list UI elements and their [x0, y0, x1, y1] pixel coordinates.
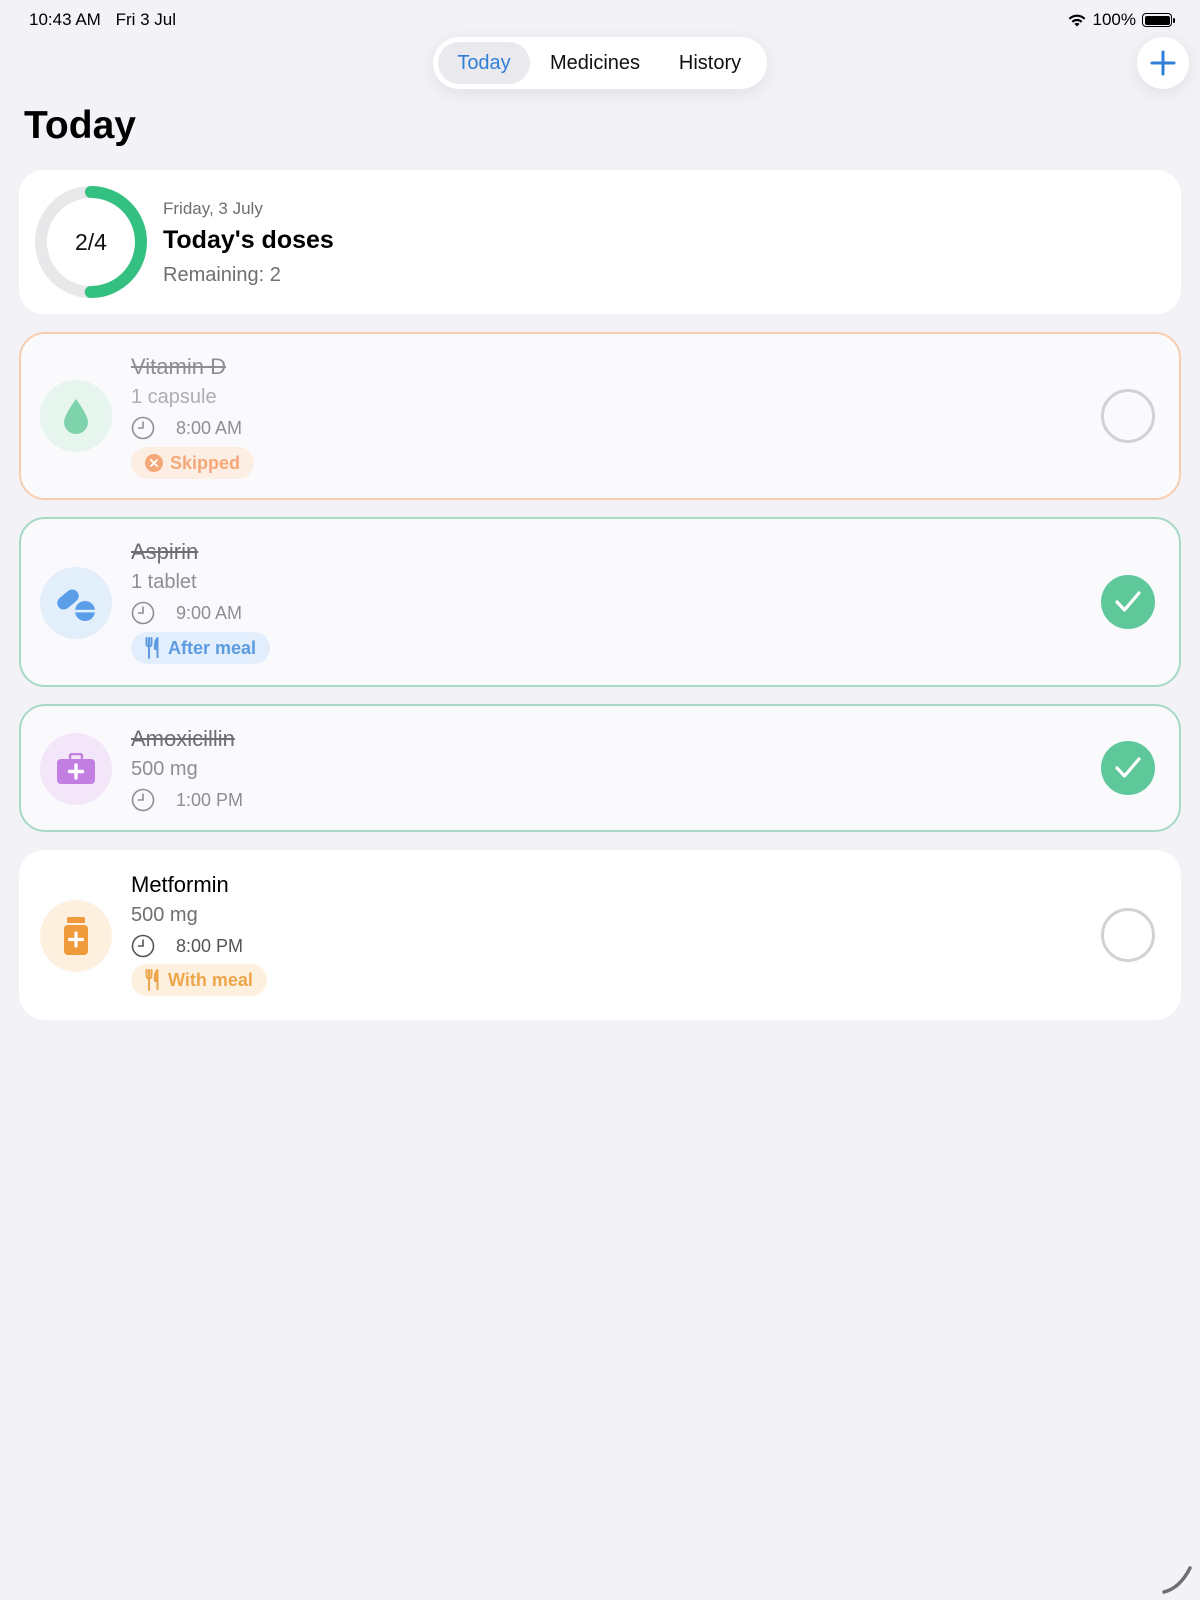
medkit-icon — [57, 753, 95, 784]
clock-icon — [131, 934, 155, 958]
medication-time-row: 8:00 AM — [131, 416, 242, 440]
fork-knife-icon — [145, 637, 159, 659]
meal-tag-with-meal: With meal — [131, 964, 267, 996]
summary-date: Friday, 3 July — [163, 199, 263, 218]
medication-icon-bg — [40, 900, 112, 972]
clock-icon — [131, 788, 155, 812]
summary-remaining: Remaining: 2 — [163, 264, 281, 286]
clock-icon — [131, 601, 155, 625]
status-left: 10:43 AM Fri 3 Jul — [29, 10, 186, 30]
fork-knife-icon — [145, 969, 159, 991]
tab-medicines[interactable]: Medicines — [530, 42, 660, 84]
summary-title: Today's doses — [163, 226, 334, 254]
medication-dose: 500 mg — [131, 904, 198, 926]
mark-taken-toggle[interactable] — [1101, 741, 1155, 795]
meal-tag-after-meal: After meal — [131, 632, 271, 664]
medication-time: 1:00 PM — [176, 789, 244, 810]
medication-icon-bg — [40, 567, 112, 639]
medication-time-row: 9:00 AM — [131, 601, 242, 625]
battery-icon — [1142, 13, 1175, 27]
daily-summary-card: 2/4 Friday, 3 July Today's doses Remaini… — [19, 170, 1181, 314]
medication-name: Vitamin D — [131, 354, 226, 379]
checkmark-icon — [1115, 591, 1141, 612]
x-circle-icon — [145, 454, 163, 472]
medication-name: Metformin — [131, 872, 229, 897]
plus-icon — [1150, 50, 1176, 76]
mark-taken-toggle[interactable] — [1101, 389, 1155, 443]
add-medicine-button[interactable] — [1137, 37, 1189, 89]
mark-taken-toggle[interactable] — [1101, 575, 1155, 629]
badge-label: Skipped — [170, 452, 241, 473]
tab-history[interactable]: History — [660, 42, 760, 84]
clock-icon — [131, 416, 155, 440]
status-date: Fri 3 Jul — [115, 10, 177, 29]
medication-icon-bg — [40, 733, 112, 805]
resize-handle-icon[interactable] — [1160, 1562, 1196, 1598]
status-badge-skipped: Skipped — [131, 447, 255, 479]
tab-today[interactable]: Today — [438, 42, 530, 84]
tab-segmented-control: Today Medicines History — [433, 37, 767, 89]
tag-label: After meal — [168, 637, 257, 658]
medication-name: Amoxicillin — [131, 726, 235, 751]
wifi-icon — [1068, 14, 1085, 26]
checkmark-icon — [1115, 757, 1141, 778]
page-title: Today — [24, 104, 136, 147]
medication-dose: 1 capsule — [131, 386, 217, 408]
status-right: 100% — [1067, 10, 1175, 30]
medication-time-row: 1:00 PM — [131, 788, 243, 812]
status-bar: 10:43 AM Fri 3 Jul 100% — [0, 0, 1200, 38]
medication-card-amoxicillin[interactable]: Amoxicillin 500 mg 1:00 PM — [19, 704, 1181, 832]
medication-dose: 500 mg — [131, 758, 198, 780]
medication-time: 8:00 PM — [176, 935, 244, 956]
pill-bottle-icon — [64, 917, 88, 955]
medication-time: 9:00 AM — [176, 602, 243, 623]
medication-time: 8:00 AM — [176, 417, 243, 438]
medication-card-metformin[interactable]: Metformin 500 mg 8:00 PM With meal — [19, 850, 1181, 1020]
medication-icon-bg — [40, 380, 112, 452]
mark-taken-toggle[interactable] — [1101, 908, 1155, 962]
medication-time-row: 8:00 PM — [131, 934, 243, 958]
progress-ring-label: 2/4 — [75, 228, 107, 255]
tag-label: With meal — [168, 969, 253, 990]
medication-card-vitamin-d[interactable]: Vitamin D 1 capsule 8:00 AM Skipped — [19, 332, 1181, 500]
pills-icon — [57, 589, 96, 621]
medication-card-aspirin[interactable]: Aspirin 1 tablet 9:00 AM After meal — [19, 517, 1181, 687]
battery-percent: 100% — [1092, 10, 1136, 29]
medication-dose: 1 tablet — [131, 571, 197, 593]
medication-name: Aspirin — [131, 539, 199, 564]
drop-icon — [64, 399, 88, 434]
status-time: 10:43 AM — [29, 10, 101, 29]
